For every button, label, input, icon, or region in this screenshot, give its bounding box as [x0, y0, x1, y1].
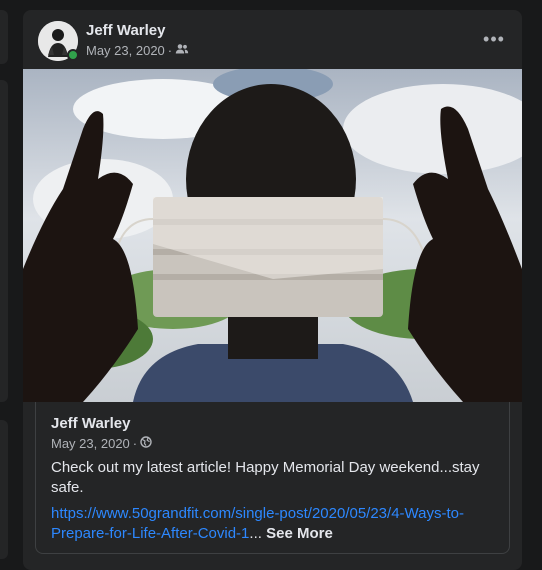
- shared-post-date[interactable]: May 23, 2020: [51, 436, 130, 451]
- post-header: Jeff Warley May 23, 2020 · •••: [23, 10, 522, 69]
- left-strip-middle: [0, 80, 8, 402]
- more-options-button[interactable]: •••: [482, 27, 506, 51]
- post-meta: May 23, 2020 ·: [86, 43, 189, 58]
- friends-icon[interactable]: [175, 43, 189, 58]
- post-date[interactable]: May 23, 2020: [86, 43, 165, 58]
- shared-post-meta: May 23, 2020 ·: [51, 436, 152, 451]
- globe-icon[interactable]: [140, 436, 152, 451]
- link-ellipsis: ...: [249, 525, 262, 542]
- post-card: Jeff Warley May 23, 2020 · ••• Jeff Warl…: [23, 10, 522, 570]
- photo-image: [23, 69, 522, 402]
- left-strip-top: [0, 10, 8, 64]
- meta-separator: ·: [167, 43, 173, 58]
- post-author-name[interactable]: Jeff Warley: [86, 22, 165, 39]
- shared-post-text: Check out my latest article! Happy Memor…: [51, 459, 480, 496]
- shared-post-link-block: https://www.50grandfit.com/single-post/2…: [51, 504, 506, 544]
- shared-meta-separator: ·: [132, 436, 138, 451]
- post-photo[interactable]: [23, 69, 522, 402]
- shared-post-preview[interactable]: Jeff Warley May 23, 2020 · Check out my …: [35, 402, 510, 554]
- online-status-dot: [67, 49, 79, 61]
- see-more-button[interactable]: See More: [266, 525, 333, 542]
- left-strip-bottom: [0, 420, 8, 559]
- shared-post-author-name[interactable]: Jeff Warley: [51, 415, 130, 432]
